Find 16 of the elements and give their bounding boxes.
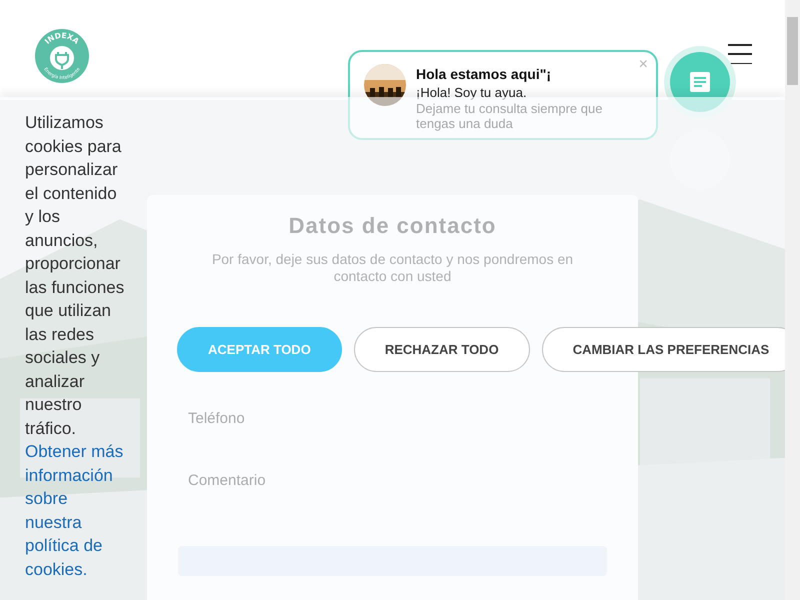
- cookie-option-button[interactable]: RECHAZAR TODO: [354, 327, 530, 372]
- close-button[interactable]: ×: [638, 56, 648, 74]
- chat-message: Dejame tu consulta siempre que tengas una duda: [416, 101, 604, 131]
- scrollbar[interactable]: [785, 0, 800, 600]
- comment-field[interactable]: Comentario: [178, 472, 607, 532]
- cookie-policy-link[interactable]: Obtener más información sobre nuestra política de cookies.: [25, 440, 127, 581]
- document-icon: [689, 71, 711, 93]
- form-title: Datos de contacto: [288, 213, 498, 239]
- cookie-notice: Utilizamos cookies para personalizar el contenido y los anuncios, proporcionar las funciones que utilizan las redes sociales y analizar nuestro tráfico.: [25, 112, 126, 440]
- cookie-option-button[interactable]: CAMBIAR LAS PREFERENCIAS: [542, 327, 785, 372]
- chat-greeting: ¡Hola! Soy tu ayua.: [416, 85, 528, 100]
- accept-button[interactable]: ACEPTAR TODO: [177, 327, 342, 372]
- chat-title: Hola estamos aqui"¡: [416, 66, 552, 82]
- form-subtitle: Por favor, deje sus datos de contacto y nos pondremos en contacto con usted: [210, 251, 574, 285]
- phone-field[interactable]: Teléfono: [178, 410, 607, 427]
- menu-icon[interactable]: [728, 44, 752, 64]
